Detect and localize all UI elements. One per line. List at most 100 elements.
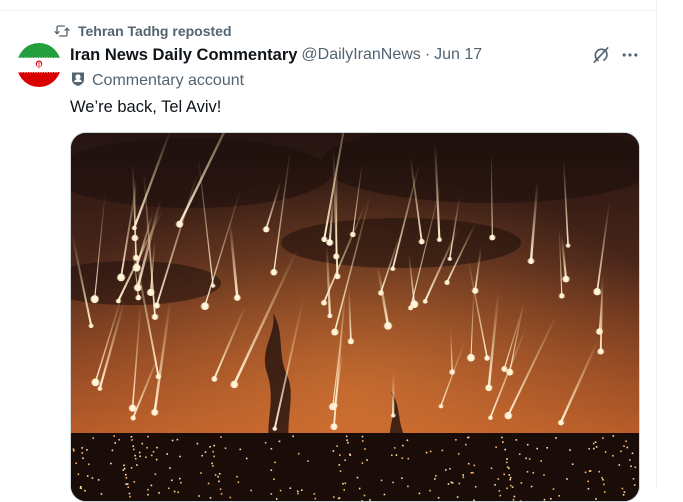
city-light <box>211 463 213 465</box>
city-light <box>177 439 179 441</box>
city-light <box>166 453 168 455</box>
city-light <box>280 490 282 492</box>
city-light <box>212 451 214 453</box>
city-light <box>135 458 137 460</box>
more-icon <box>620 45 640 65</box>
tweet-media[interactable] <box>70 132 640 502</box>
tweet-date[interactable]: Jun 17 <box>434 46 482 64</box>
missile-head <box>231 381 237 387</box>
city-light <box>533 472 535 474</box>
city-light <box>177 492 179 494</box>
city-light <box>128 486 130 488</box>
missile-head <box>264 226 269 231</box>
city-light <box>362 440 364 442</box>
city-light <box>179 478 181 480</box>
column-border <box>656 0 657 489</box>
city-light <box>506 458 508 460</box>
missile-head <box>473 288 478 293</box>
city-light <box>602 437 604 439</box>
city-light <box>514 496 516 498</box>
city-light <box>301 489 303 491</box>
city-light <box>271 448 273 450</box>
city-light <box>92 437 94 439</box>
city-light <box>205 451 207 453</box>
missile-head <box>560 293 564 297</box>
city-light <box>465 444 467 446</box>
city-light <box>602 479 604 481</box>
city-light <box>596 446 598 448</box>
city-light <box>521 482 523 484</box>
city-light <box>623 445 625 447</box>
city-light <box>215 474 217 476</box>
city-light <box>402 457 404 459</box>
city-light <box>601 477 603 479</box>
city-light <box>459 483 461 485</box>
city-light <box>587 481 589 483</box>
city-light <box>127 483 129 485</box>
missile-head <box>332 329 338 335</box>
missile-head <box>335 273 340 278</box>
city-light <box>471 472 473 474</box>
city-light <box>333 496 335 498</box>
missile-head <box>505 412 511 418</box>
city-light <box>212 465 214 467</box>
city-light <box>112 450 114 452</box>
city-light <box>430 451 432 453</box>
city-light <box>156 459 158 461</box>
grok-icon <box>591 45 611 65</box>
missile-head <box>118 274 125 281</box>
missile-head <box>136 295 140 299</box>
missile-head <box>559 420 564 425</box>
city-light <box>501 437 503 439</box>
city-light <box>595 441 597 443</box>
city-light <box>605 451 607 453</box>
city-light <box>510 485 512 487</box>
missile-head <box>468 354 475 361</box>
missile-head <box>130 405 136 411</box>
city-light <box>458 453 460 455</box>
city-light <box>73 448 75 450</box>
missile-head <box>379 290 383 294</box>
missile-head <box>133 264 140 271</box>
avatar[interactable] <box>17 43 61 87</box>
city-light <box>315 498 317 500</box>
city-light <box>500 495 502 497</box>
more-button[interactable] <box>619 44 641 66</box>
city-light <box>550 498 552 500</box>
city-light <box>151 485 153 487</box>
user-handle[interactable]: @DailyIranNews <box>301 46 420 64</box>
grok-button[interactable] <box>590 44 612 66</box>
city-light <box>336 445 338 447</box>
city-light <box>394 447 396 449</box>
account-label[interactable]: Commentary account <box>70 71 244 91</box>
city-light <box>279 441 281 443</box>
city-light <box>129 496 131 498</box>
city-light <box>442 450 444 452</box>
city-light <box>84 490 86 492</box>
missile-head <box>331 423 337 429</box>
missile-head <box>98 386 101 389</box>
repost-label[interactable]: Tehran Tadhg reposted <box>78 23 232 39</box>
city-light <box>139 456 141 458</box>
missile-head <box>202 302 209 309</box>
city-light <box>595 498 597 500</box>
city-light <box>509 479 511 481</box>
city-light <box>307 460 309 462</box>
city-light <box>625 441 627 443</box>
city-light <box>531 486 533 488</box>
missile-head <box>148 289 154 295</box>
city-light <box>209 446 211 448</box>
city-light <box>98 479 100 481</box>
city-light <box>540 460 542 462</box>
repost-indicator: Tehran Tadhg reposted <box>54 22 232 40</box>
city-light <box>426 452 428 454</box>
city-light <box>146 447 148 449</box>
account-label-text: Commentary account <box>92 72 244 90</box>
city-light <box>635 467 637 469</box>
city-light <box>593 448 595 450</box>
city-light <box>236 476 238 478</box>
city-light <box>81 447 83 449</box>
city-light <box>589 470 591 472</box>
city-light <box>73 500 75 502</box>
display-name[interactable]: Iran News Daily Commentary <box>70 46 297 65</box>
